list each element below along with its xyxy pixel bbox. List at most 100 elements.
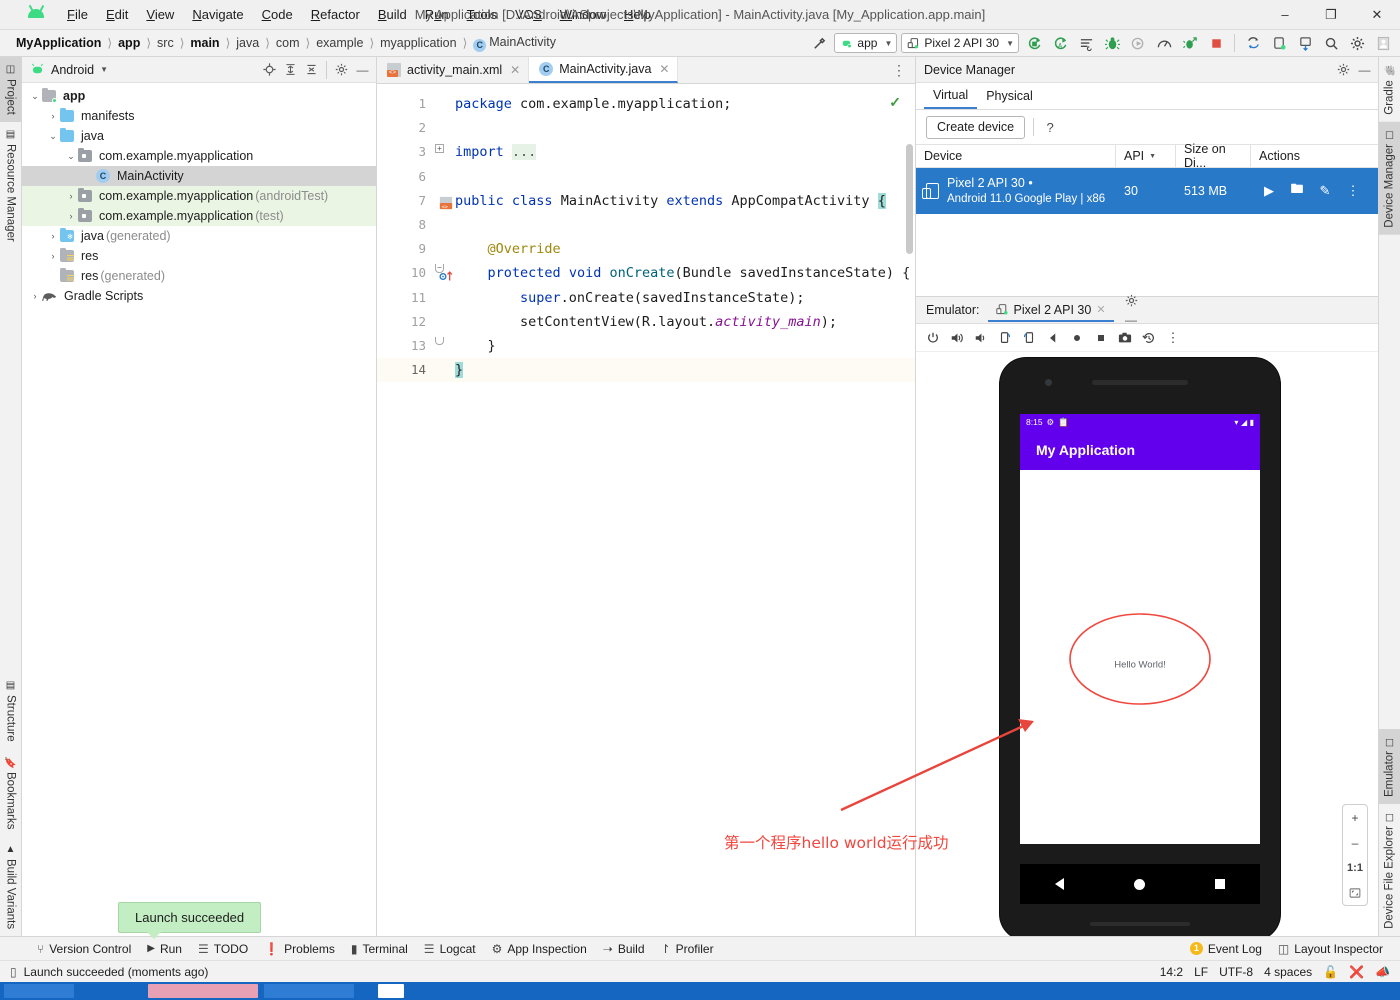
menu-vcs[interactable]: VCS bbox=[506, 3, 551, 26]
stop-icon[interactable] bbox=[1205, 32, 1227, 54]
line-separator[interactable]: LF bbox=[1194, 965, 1208, 979]
power-icon[interactable] bbox=[922, 327, 944, 349]
tree-row-package-test[interactable]: › com.example.myapplication (test) bbox=[22, 206, 376, 226]
code-line-8[interactable] bbox=[455, 213, 915, 237]
indent-setting[interactable]: 4 spaces bbox=[1264, 965, 1312, 979]
taskbar-item[interactable] bbox=[148, 984, 258, 998]
fold-end-icon[interactable] bbox=[435, 337, 444, 345]
tree-row-java[interactable]: ⌄ java bbox=[22, 126, 376, 146]
overview-icon[interactable] bbox=[1090, 327, 1112, 349]
debug-icon[interactable] bbox=[1101, 32, 1123, 54]
open-folder-icon[interactable]: 🖿 bbox=[1285, 180, 1309, 202]
code-line-7[interactable]: public class MainActivity extends AppCom… bbox=[455, 189, 915, 213]
tab-virtual[interactable]: Virtual bbox=[924, 83, 977, 109]
breadcrumb-item-0[interactable]: MyApplication bbox=[14, 36, 103, 50]
logcat-icon[interactable] bbox=[1075, 32, 1097, 54]
code-line-13[interactable]: } bbox=[455, 334, 915, 358]
chevron-down-icon[interactable]: ▼ bbox=[100, 65, 108, 74]
locate-icon[interactable] bbox=[260, 60, 279, 79]
menu-view[interactable]: View bbox=[137, 3, 183, 26]
menu-window[interactable]: Window bbox=[551, 3, 615, 26]
settings-gear-icon[interactable] bbox=[332, 60, 351, 79]
zoom-out-button[interactable]: – bbox=[1343, 830, 1367, 855]
menu-navigate[interactable]: Navigate bbox=[183, 3, 252, 26]
tree-row-app[interactable]: ⌄ app bbox=[22, 86, 376, 106]
home-circle-icon[interactable] bbox=[1134, 879, 1145, 890]
inspection-status-icon[interactable]: ✓ bbox=[889, 94, 901, 111]
maximize-button[interactable]: ❐ bbox=[1308, 0, 1354, 30]
tool-window-todo[interactable]: ☰ TODO bbox=[191, 939, 255, 959]
tree-row-package-main[interactable]: ⌄ com.example.myapplication bbox=[22, 146, 376, 166]
tab-physical[interactable]: Physical bbox=[977, 83, 1042, 109]
edit-pencil-icon[interactable]: ✎ bbox=[1313, 183, 1337, 199]
sidebar-item-build-variants[interactable]: ▲ Build Variants bbox=[0, 837, 21, 936]
chevron-right-icon[interactable]: › bbox=[28, 291, 42, 301]
taskbar-item[interactable] bbox=[378, 984, 404, 998]
collapsed-imports[interactable]: ... bbox=[512, 144, 536, 160]
folding-gutter[interactable]: + − bbox=[433, 92, 447, 936]
back-icon[interactable] bbox=[1042, 327, 1064, 349]
breadcrumb-item-3[interactable]: main bbox=[188, 36, 221, 50]
more-vertical-icon[interactable]: ⋮ bbox=[1341, 183, 1365, 199]
zoom-in-button[interactable]: + bbox=[1343, 805, 1367, 830]
chevron-right-icon[interactable]: › bbox=[64, 211, 78, 221]
sidebar-item-gradle[interactable]: Gradle 🐘 bbox=[1379, 57, 1400, 122]
code-line-10[interactable]: protected void onCreate(Bundle savedInst… bbox=[455, 261, 915, 285]
code-line-3[interactable]: import ... bbox=[455, 140, 915, 164]
profiler-icon[interactable] bbox=[1153, 32, 1175, 54]
tool-window-version-control[interactable]: ⑂ Version Control bbox=[30, 939, 138, 959]
zoom-fit-button[interactable] bbox=[1343, 880, 1367, 905]
breadcrumb-item-2[interactable]: src bbox=[155, 36, 176, 50]
tool-window-layout-inspector[interactable]: ◫ Layout Inspector bbox=[1271, 939, 1390, 959]
app-content[interactable]: Hello World! bbox=[1020, 470, 1260, 844]
collapse-all-icon[interactable] bbox=[302, 60, 321, 79]
tree-row-mainactivity[interactable]: C MainActivity bbox=[22, 166, 376, 186]
taskbar-item[interactable] bbox=[4, 984, 74, 998]
sidebar-item-device-file-explorer[interactable]: Device File Explorer ☐ bbox=[1379, 804, 1400, 936]
build-hammer-icon[interactable] bbox=[808, 32, 830, 54]
emulator-stage[interactable]: 8:15 ⚙ 📋 ▾ ◢ ▮ My Application bbox=[916, 352, 1378, 936]
sidebar-item-device-manager[interactable]: Device Manager ☐ bbox=[1379, 122, 1400, 235]
breadcrumb-item-1[interactable]: app bbox=[116, 36, 142, 50]
tool-window-terminal[interactable]: ▮ Terminal bbox=[344, 939, 415, 959]
chevron-down-icon[interactable]: ⌄ bbox=[28, 91, 42, 102]
code-editor[interactable]: 1 2 3 6 7 <> 8 9 10 bbox=[377, 84, 915, 936]
tool-window-run[interactable]: ▶ Run bbox=[140, 939, 189, 959]
history-icon[interactable] bbox=[1138, 327, 1160, 349]
sidebar-item-bookmarks[interactable]: 🔖 Bookmarks bbox=[0, 749, 21, 837]
notifications-icon[interactable]: 📣 bbox=[1375, 965, 1390, 979]
tree-row-gradle-scripts[interactable]: › Gradle Scripts bbox=[22, 286, 376, 306]
more-vertical-icon[interactable]: ⋮ bbox=[883, 57, 915, 83]
back-triangle-icon[interactable] bbox=[1055, 878, 1064, 890]
emulator-device-tab[interactable]: Pixel 2 API 30 ✕ bbox=[988, 299, 1114, 322]
device-screen[interactable]: 8:15 ⚙ 📋 ▾ ◢ ▮ My Application bbox=[1020, 414, 1260, 844]
close-icon[interactable]: ✕ bbox=[510, 63, 520, 77]
close-button[interactable]: ✕ bbox=[1354, 0, 1400, 30]
run-disabled-icon[interactable] bbox=[1127, 32, 1149, 54]
taskbar-item[interactable] bbox=[78, 984, 108, 998]
tool-window-profiler[interactable]: ↾ Profiler bbox=[654, 939, 721, 959]
expand-import-fold-icon[interactable]: + bbox=[435, 144, 444, 153]
screenshot-camera-icon[interactable] bbox=[1114, 327, 1136, 349]
breadcrumb-item-5[interactable]: com bbox=[274, 36, 302, 50]
sidebar-item-emulator[interactable]: Emulator ☐ bbox=[1379, 729, 1400, 804]
tool-window-problems[interactable]: ❗ Problems bbox=[257, 939, 342, 959]
collapse-method-fold-icon[interactable]: − bbox=[435, 264, 444, 273]
more-vertical-icon[interactable]: ⋮ bbox=[1162, 327, 1184, 349]
device-row-pixel2[interactable]: Pixel 2 API 30 • Android 11.0 Google Pla… bbox=[916, 168, 1378, 214]
sidebar-item-structure[interactable]: ▤ Structure bbox=[0, 673, 21, 749]
code-line-14[interactable]: } bbox=[433, 358, 915, 382]
menu-file[interactable]: File bbox=[58, 3, 97, 26]
menu-build[interactable]: Build bbox=[369, 3, 416, 26]
rotate-left-icon[interactable] bbox=[994, 327, 1016, 349]
code-line-6[interactable] bbox=[455, 165, 915, 189]
avd-manager-icon[interactable] bbox=[1268, 32, 1290, 54]
code-line-9[interactable]: @Override bbox=[455, 237, 915, 261]
column-header-size[interactable]: Size on Di... bbox=[1176, 145, 1251, 167]
settings-gear-icon[interactable] bbox=[1122, 291, 1141, 310]
chevron-down-icon[interactable]: ⌄ bbox=[46, 131, 60, 142]
breadcrumb-item-6[interactable]: example bbox=[314, 36, 365, 50]
caret-position[interactable]: 14:2 bbox=[1160, 965, 1183, 979]
menu-edit[interactable]: Edit bbox=[97, 3, 137, 26]
tab-mainactivity-java[interactable]: C MainActivity.java ✕ bbox=[529, 57, 678, 83]
